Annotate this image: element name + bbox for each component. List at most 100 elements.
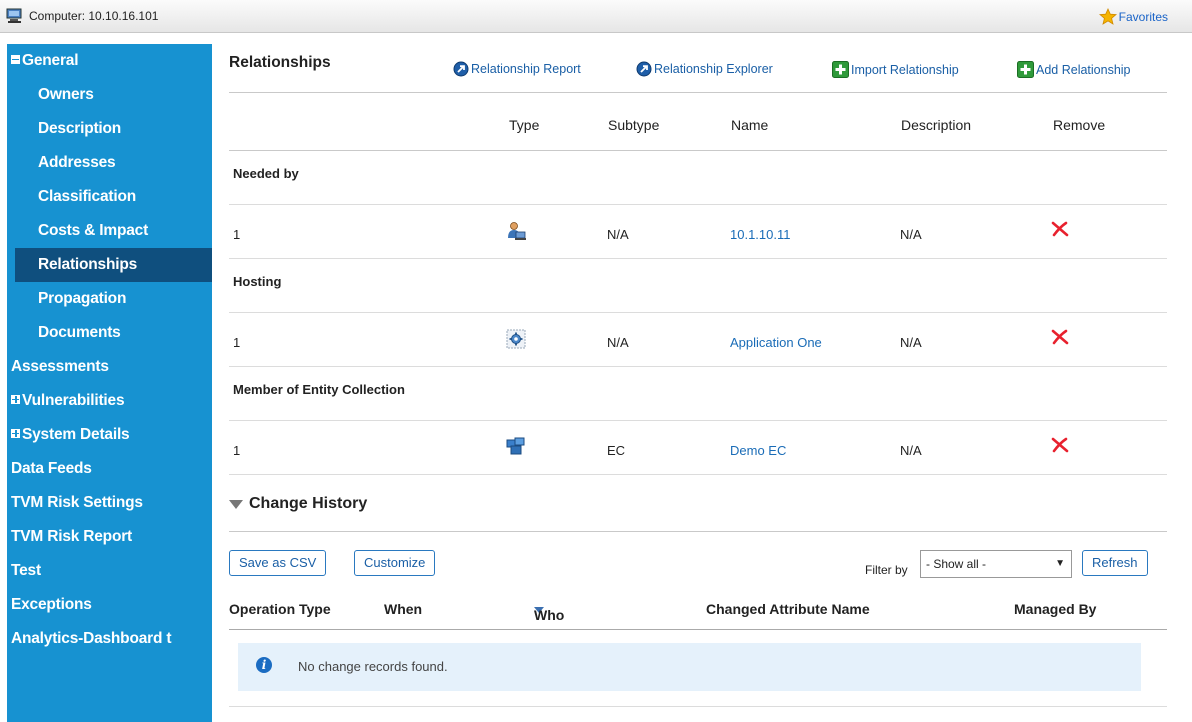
change-history-columns: Operation Type When Who Changed Attribut… — [229, 595, 1167, 630]
sidebar-item-exceptions[interactable]: Exceptions — [7, 588, 212, 622]
remove-icon[interactable] — [1051, 329, 1069, 348]
change-history-header[interactable]: Change History — [229, 475, 1167, 532]
group-label: Needed by — [233, 166, 299, 181]
column-type: Type — [509, 117, 540, 133]
computer-label: Computer: 10.10.16.101 — [29, 9, 159, 23]
relationship-explorer-label: Relationship Explorer — [654, 62, 773, 76]
expand-icon[interactable] — [11, 428, 20, 438]
window-titlebar: Computer: 10.10.16.101 Favorites — [0, 0, 1192, 33]
row-subtype: N/A — [607, 335, 629, 350]
remove-icon[interactable] — [1051, 437, 1069, 456]
row-description: N/A — [900, 335, 922, 350]
arrow-circle-icon — [636, 61, 652, 77]
row-subtype: N/A — [607, 227, 629, 242]
sidebar-item-costs-impact[interactable]: Costs & Impact — [7, 214, 212, 248]
arrow-circle-icon — [453, 61, 469, 77]
column-subtype: Subtype — [608, 117, 660, 133]
row-count: 1 — [233, 443, 241, 458]
import-relationship-link[interactable]: Import Relationship — [832, 61, 959, 78]
column-who-label: Who — [534, 607, 565, 623]
column-remove: Remove — [1053, 117, 1106, 133]
sidebar-item-classification[interactable]: Classification — [7, 180, 212, 214]
group-label: Member of Entity Collection — [233, 382, 405, 397]
favorites-label: Favorites — [1118, 9, 1168, 24]
sidebar-item-addresses[interactable]: Addresses — [7, 146, 212, 180]
relationship-report-label: Relationship Report — [471, 62, 581, 76]
sidebar-item-label: Description — [38, 120, 122, 137]
sidebar-item-label: Data Feeds — [11, 460, 92, 477]
favorites-link[interactable]: Favorites — [1098, 8, 1168, 25]
column-description: Description — [901, 117, 972, 133]
column-name: Name — [731, 117, 769, 133]
column-when[interactable]: When — [384, 601, 422, 617]
save-as-csv-button[interactable]: Save as CSV — [229, 550, 327, 576]
sidebar-item-label: Documents — [38, 324, 121, 341]
filter-select[interactable]: - Show all - ▼ — [920, 550, 1072, 578]
sidebar-item-owners[interactable]: Owners — [7, 78, 212, 112]
relationship-explorer-link[interactable]: Relationship Explorer — [636, 61, 773, 77]
sidebar-item-test[interactable]: Test — [7, 554, 212, 588]
row-name-link[interactable]: Demo EC — [730, 443, 786, 458]
sidebar-item-label: Vulnerabilities — [22, 392, 125, 409]
sidebar-item-label: Assessments — [11, 358, 109, 375]
change-history-label: Change History — [249, 495, 368, 512]
sidebar-item-system-details[interactable]: System Details — [7, 418, 212, 452]
sidebar-item-tvm-risk-settings[interactable]: TVM Risk Settings — [7, 486, 212, 520]
import-relationship-label: Import Relationship — [851, 62, 959, 77]
sidebar-item-label: System Details — [22, 426, 130, 443]
filter-label: Filter by — [865, 563, 908, 577]
sidebar-item-label: Classification — [38, 188, 136, 205]
sidebar-item-label: TVM Risk Settings — [11, 494, 143, 511]
table-row: 1 N/A 10.1.10.11 N/A — [229, 205, 1167, 259]
sidebar-item-label: Analytics-Dashboard t — [11, 630, 172, 647]
sidebar-item-label: TVM Risk Report — [11, 528, 133, 545]
row-count: 1 — [233, 227, 241, 242]
sidebar-item-general[interactable]: General — [7, 44, 212, 78]
sidebar-item-label: Addresses — [38, 154, 116, 171]
info-icon: i — [256, 657, 272, 673]
sidebar-item-data-feeds[interactable]: Data Feeds — [7, 452, 212, 486]
plus-square-icon — [832, 61, 849, 78]
dropdown-arrow-icon: ▼ — [1055, 558, 1065, 569]
add-relationship-label: Add Relationship — [1036, 62, 1131, 77]
person-computer-icon — [506, 221, 526, 244]
sidebar-item-relationships[interactable]: Relationships — [15, 248, 212, 282]
sidebar-item-label: Relationships — [38, 256, 138, 273]
column-changed-attribute-name[interactable]: Changed Attribute Name — [706, 601, 870, 617]
sidebar-item-description[interactable]: Description — [7, 112, 212, 146]
group-row-member-of-entity-collection: Member of Entity Collection — [229, 367, 1167, 421]
sidebar-item-documents[interactable]: Documents — [7, 316, 212, 350]
sidebar-item-tvm-risk-report[interactable]: TVM Risk Report — [7, 520, 212, 554]
sidebar-item-label: Costs & Impact — [38, 222, 149, 239]
sidebar-item-vulnerabilities[interactable]: Vulnerabilities — [7, 384, 212, 418]
row-description: N/A — [900, 443, 922, 458]
sidebar: General Owners Description Addresses Cla… — [7, 44, 212, 722]
computer-icon — [6, 8, 22, 23]
application-gear-icon — [506, 329, 526, 352]
row-name-link[interactable]: Application One — [730, 335, 822, 350]
sidebar-item-assessments[interactable]: Assessments — [7, 350, 212, 384]
column-managed-by[interactable]: Managed By — [1014, 601, 1096, 617]
row-name-link[interactable]: 10.1.10.11 — [730, 227, 790, 242]
add-relationship-link[interactable]: Add Relationship — [1017, 61, 1131, 78]
column-operation-type[interactable]: Operation Type — [229, 601, 331, 617]
entity-collection-icon — [506, 437, 526, 460]
change-history-body: i No change records found. — [229, 630, 1167, 707]
sidebar-item-analytics-dashboard[interactable]: Analytics-Dashboard t — [7, 622, 212, 656]
collapse-triangle-icon[interactable] — [229, 499, 243, 509]
refresh-button[interactable]: Refresh — [1082, 550, 1148, 576]
collapse-icon[interactable] — [11, 54, 20, 64]
group-row-needed-by: Needed by — [229, 151, 1167, 205]
expand-icon[interactable] — [11, 394, 20, 404]
group-label: Hosting — [233, 274, 282, 289]
computer-title: Computer: 10.10.16.101 — [6, 8, 158, 24]
relationships-header: Relationships Relationship Report Relati… — [229, 44, 1167, 93]
relationships-table-header: Type Subtype Name Description Remove — [229, 93, 1167, 151]
change-history-title[interactable]: Change History — [229, 495, 367, 513]
sidebar-item-label: Owners — [38, 86, 94, 103]
star-icon — [1098, 8, 1117, 25]
relationship-report-link[interactable]: Relationship Report — [453, 61, 581, 77]
customize-button[interactable]: Customize — [354, 550, 436, 576]
remove-icon[interactable] — [1051, 221, 1069, 240]
sidebar-item-propagation[interactable]: Propagation — [7, 282, 212, 316]
